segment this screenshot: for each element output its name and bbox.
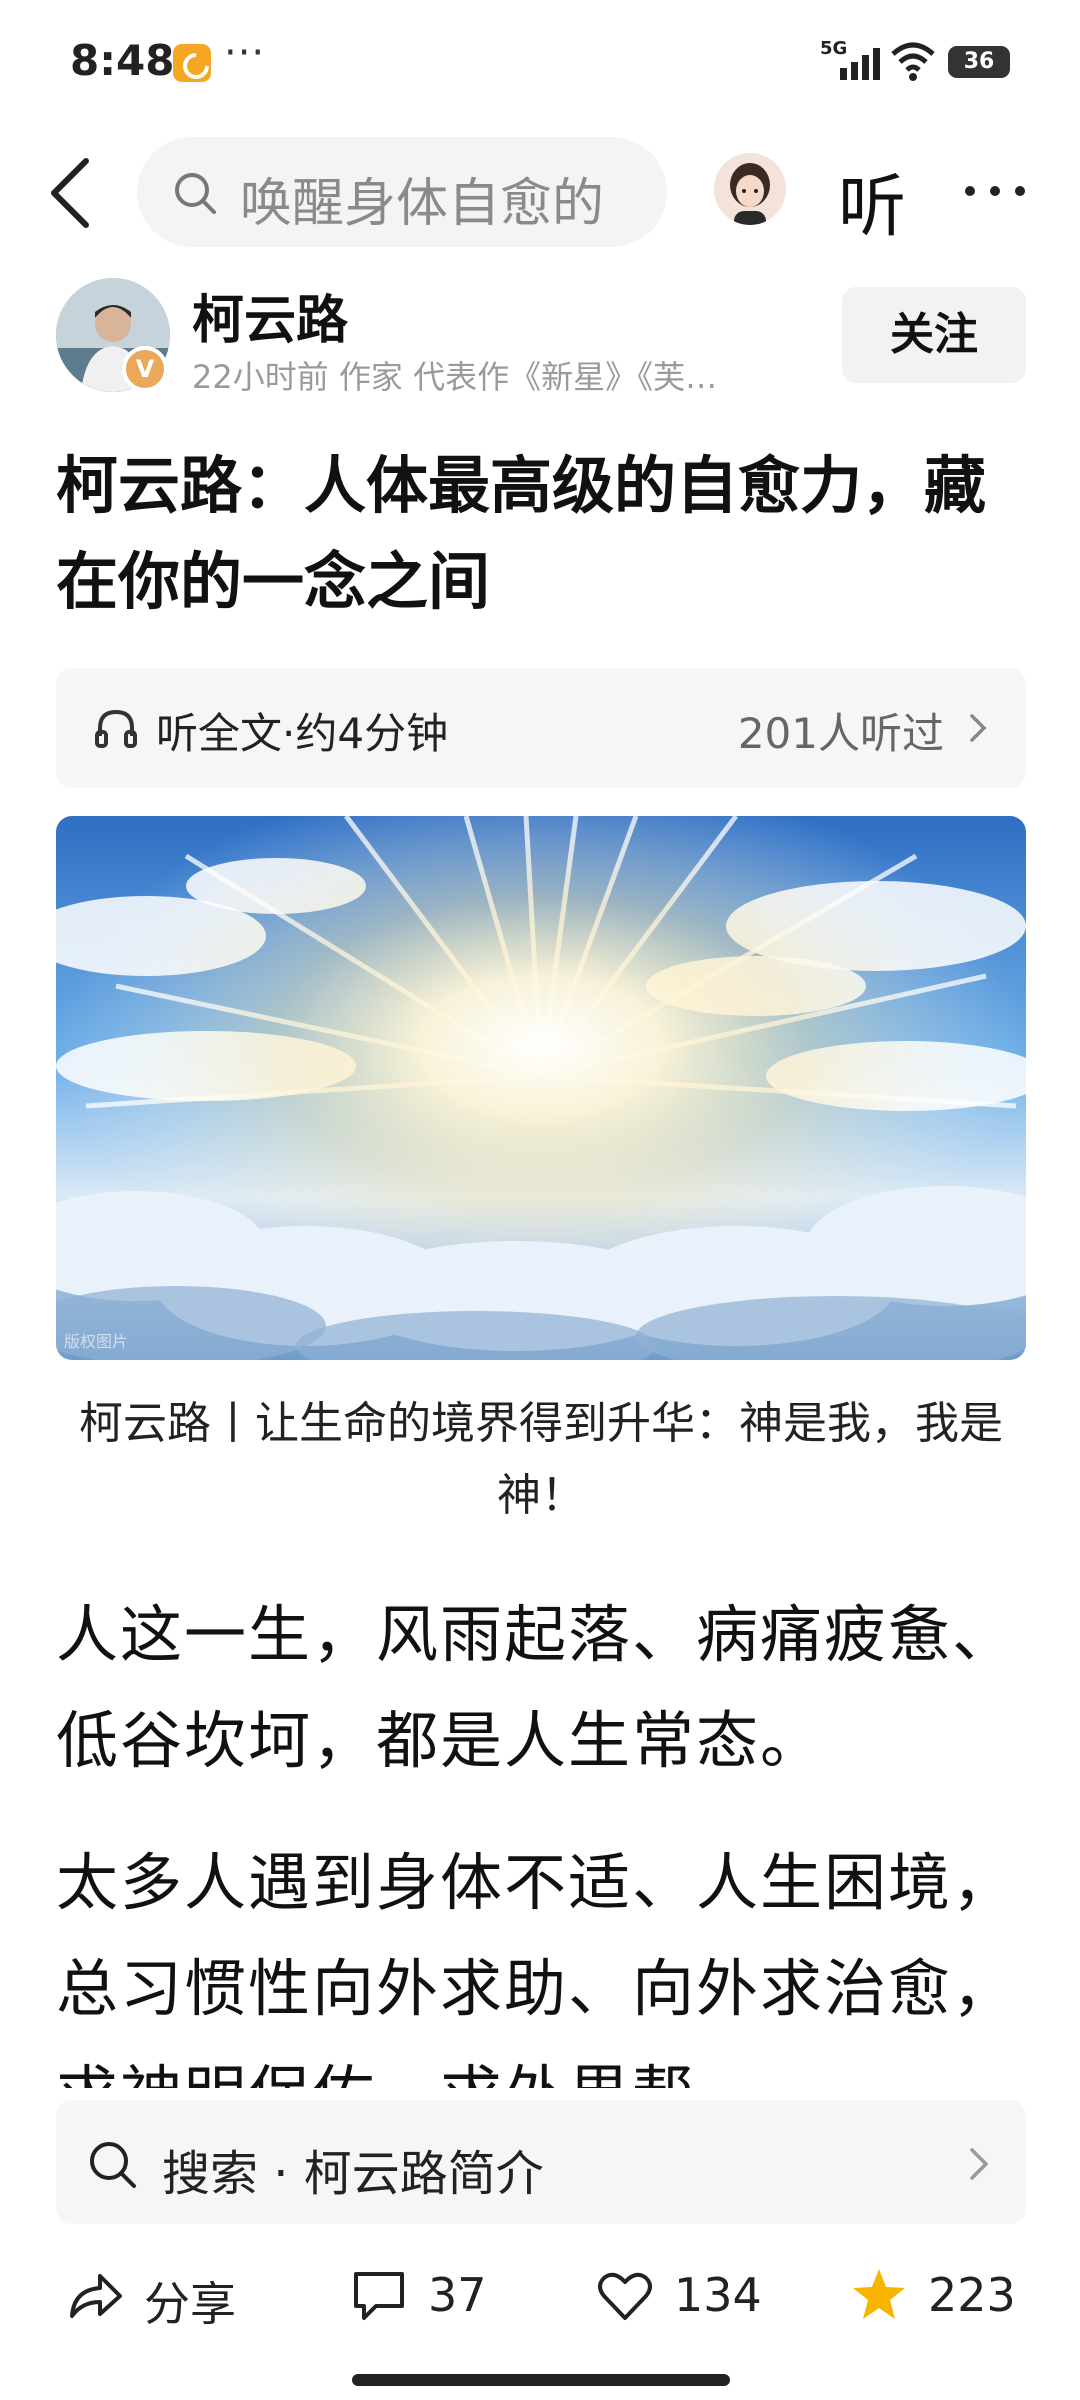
article-title: 柯云路：人体最高级的自愈力，藏在你的一念之间 [56, 449, 987, 618]
sky-sunburst-image [56, 816, 1026, 1360]
comment-count: 37 [428, 2268, 487, 2322]
related-search-bar[interactable]: 搜索 · 柯云路简介 [56, 2100, 1026, 2224]
article-hero-image[interactable]: 版权图片 [56, 816, 1026, 1360]
heart-icon [598, 2272, 652, 2320]
search-icon [90, 2142, 136, 2188]
favorite-count: 223 [928, 2268, 1016, 2322]
share-icon [70, 2274, 122, 2318]
share-label: 分享 [144, 2277, 236, 2331]
back-arrow-icon[interactable] [44, 155, 100, 231]
share-button[interactable]: 分享 [66, 2260, 286, 2331]
listen-full-article-bar[interactable]: 听全文·约4分钟 201人听过 [56, 668, 1026, 788]
listen-button[interactable]: 听 [838, 151, 906, 250]
app-notification-icon [173, 44, 211, 82]
action-bar: 分享 37 134 223 [0, 2240, 1080, 2350]
battery-icon: 36 [948, 46, 1010, 78]
search-placeholder: 唤醒身体自愈的 [240, 174, 605, 234]
like-count: 134 [674, 2268, 762, 2322]
author-meta: 22小时前 作家 代表作《新星》《芙… [192, 358, 718, 396]
listen-count: 201人听过 [737, 709, 944, 758]
related-search-text: 搜索 · 柯云路简介 [162, 2146, 544, 2202]
comment-button[interactable]: 37 [350, 2260, 550, 2330]
status-more-icon: ··· [224, 30, 266, 76]
image-watermark: 版权图片 [64, 1332, 129, 1351]
image-caption: 柯云路丨让生命的境界得到升华：神是我，我是神！ [79, 1398, 1003, 1521]
cell-signal-icon [840, 48, 880, 80]
article-paragraph: 太多人遇到身体不适、人生困境，总习惯性向外求助、向外求治愈，求神明保佑，求外界帮 [56, 1846, 1017, 2088]
headphone-icon [95, 709, 137, 748]
status-bar: 8:48 ··· 5G 36 [0, 0, 1080, 120]
star-icon [853, 2269, 905, 2319]
home-indicator[interactable] [352, 2374, 730, 2386]
follow-button[interactable]: 关注 [842, 287, 1026, 383]
search-icon [175, 173, 216, 214]
chevron-right-icon [970, 714, 987, 742]
favorite-button[interactable]: 223 [850, 2260, 1050, 2330]
status-time: 8:48 [70, 36, 175, 85]
more-options-icon[interactable] [960, 166, 1030, 216]
listen-full-label: 听全文·约4分钟 [156, 709, 449, 758]
author-name[interactable]: 柯云路 [192, 278, 348, 353]
article-paragraph: 人这一生，风雨起落、病痛疲惫、低谷坎坷，都是人生常态。 [56, 1598, 1017, 1777]
like-button[interactable]: 134 [596, 2260, 796, 2330]
comment-icon [354, 2272, 404, 2320]
chevron-right-icon [970, 2148, 989, 2180]
assistant-avatar-icon[interactable] [714, 153, 786, 225]
search-input[interactable]: 唤醒身体自愈的 [137, 137, 667, 247]
verified-badge-icon: V [122, 346, 168, 392]
girl-avatar-icon [714, 153, 786, 225]
wifi-icon [891, 42, 935, 81]
